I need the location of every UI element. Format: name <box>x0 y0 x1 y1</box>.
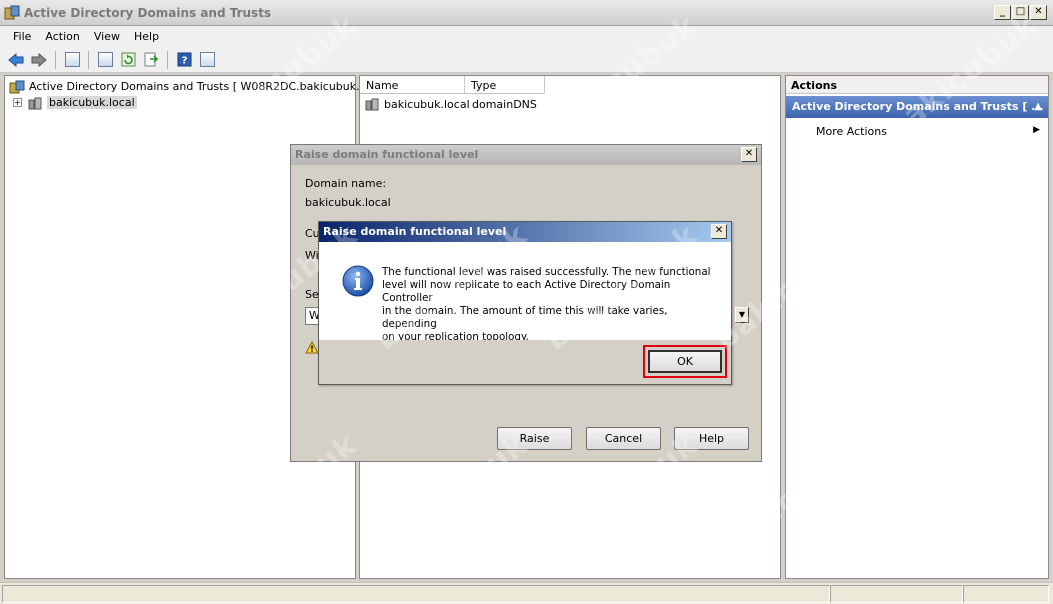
export-icon <box>144 52 158 67</box>
menu-view[interactable]: View <box>87 28 127 45</box>
minimize-button[interactable]: _ <box>994 5 1011 20</box>
actions-section-label: Active Directory Domains and Trusts [ ..… <box>792 100 1044 113</box>
message-box-footer: OK <box>319 340 731 384</box>
menu-action[interactable]: Action <box>38 28 86 45</box>
status-bar <box>0 582 1053 604</box>
toolbar-separator <box>167 50 168 69</box>
message-line: in the domain. The amount of time this w… <box>382 305 668 330</box>
dialog-close-button[interactable]: ✕ <box>741 147 757 162</box>
tree-domain-label: bakicubuk.local <box>47 96 137 109</box>
column-header-type[interactable]: Type <box>465 76 545 94</box>
tree-root-label: Active Directory Domains and Trusts [ W0… <box>29 80 394 93</box>
menu-help[interactable]: Help <box>127 28 166 45</box>
status-cell <box>963 585 1049 603</box>
action-pane-icon <box>199 52 215 67</box>
success-message-box: Raise domain functional level ✕ The func… <box>318 221 732 385</box>
window-title: Active Directory Domains and Trusts <box>24 6 272 20</box>
ok-highlight-frame: OK <box>643 345 727 378</box>
help-icon: ? <box>177 52 191 67</box>
submenu-arrow-icon: ▶ <box>1033 125 1040 135</box>
status-cell <box>830 585 963 603</box>
dropdown-arrow-icon[interactable]: ▼ <box>735 307 749 323</box>
toolbar-separator <box>55 50 56 69</box>
domain-icon <box>365 98 379 111</box>
info-icon <box>342 265 374 297</box>
refresh-icon <box>121 52 135 67</box>
export-list-button[interactable] <box>141 50 161 70</box>
column-header-name[interactable]: Name <box>360 76 465 94</box>
domains-trusts-icon <box>9 80 25 93</box>
show-hide-action-pane-button[interactable] <box>197 50 217 70</box>
actions-section-header[interactable]: Active Directory Domains and Trusts [ ..… <box>786 96 1048 118</box>
list-header: Name Type <box>360 76 545 94</box>
svg-text:?: ? <box>181 56 187 67</box>
warning-icon <box>305 341 319 354</box>
console-tree-icon <box>64 52 80 67</box>
help-button[interactable]: Help <box>674 427 749 450</box>
actions-pane: Actions Active Directory Domains and Tru… <box>785 75 1049 579</box>
properties-icon <box>97 52 113 67</box>
message-line: level will now replicate to each Active … <box>382 279 671 304</box>
tree-domain-node[interactable]: + bakicubuk.local <box>13 94 137 111</box>
menu-file[interactable]: File <box>6 28 38 45</box>
tree-root-node[interactable]: Active Directory Domains and Trusts [ W0… <box>9 78 393 95</box>
dialog-title: Raise domain functional level <box>295 148 479 161</box>
domain-icon <box>28 97 42 109</box>
expand-icon[interactable]: + <box>13 98 22 107</box>
arrow-right-icon <box>31 52 47 67</box>
dialog-title-bar: Raise domain functional level ✕ <box>291 145 761 165</box>
list-item[interactable]: bakicubuk.local domainDNS <box>364 96 537 112</box>
message-text: The functional level was raised successf… <box>382 266 716 344</box>
message-box-close-button[interactable]: ✕ <box>711 224 727 239</box>
domain-name-label: Domain name: <box>305 177 387 190</box>
message-box-title-bar: Raise domain functional level ✕ <box>319 222 731 242</box>
actions-header: Actions <box>786 76 1048 94</box>
toolbar: ? <box>0 47 1053 73</box>
domain-name-value: bakicubuk.local <box>305 196 391 209</box>
forward-button[interactable] <box>29 50 49 70</box>
cell-name: bakicubuk.local <box>384 97 470 111</box>
domains-trusts-icon <box>4 5 20 20</box>
cancel-button[interactable]: Cancel <box>586 427 661 450</box>
show-hide-tree-button[interactable] <box>62 50 82 70</box>
maximize-button[interactable]: □ <box>1012 5 1029 20</box>
arrow-left-icon <box>8 52 24 67</box>
refresh-button[interactable] <box>118 50 138 70</box>
message-line: The functional level was raised successf… <box>382 266 711 278</box>
close-button[interactable]: ✕ <box>1030 5 1047 20</box>
collapse-caret-icon[interactable]: ▲ <box>1034 101 1042 112</box>
properties-button[interactable] <box>95 50 115 70</box>
help-button[interactable]: ? <box>174 50 194 70</box>
title-bar: Active Directory Domains and Trusts _ □ … <box>0 0 1053 26</box>
raise-button[interactable]: Raise <box>497 427 572 450</box>
back-button[interactable] <box>6 50 26 70</box>
message-box-title: Raise domain functional level <box>323 225 507 238</box>
menu-bar: File Action View Help <box>0 26 1053 47</box>
status-cell-main <box>2 585 830 603</box>
ok-button[interactable]: OK <box>648 350 722 373</box>
cell-type: domainDNS <box>472 97 537 111</box>
more-actions-link[interactable]: More Actions <box>816 125 887 138</box>
toolbar-separator <box>88 50 89 69</box>
